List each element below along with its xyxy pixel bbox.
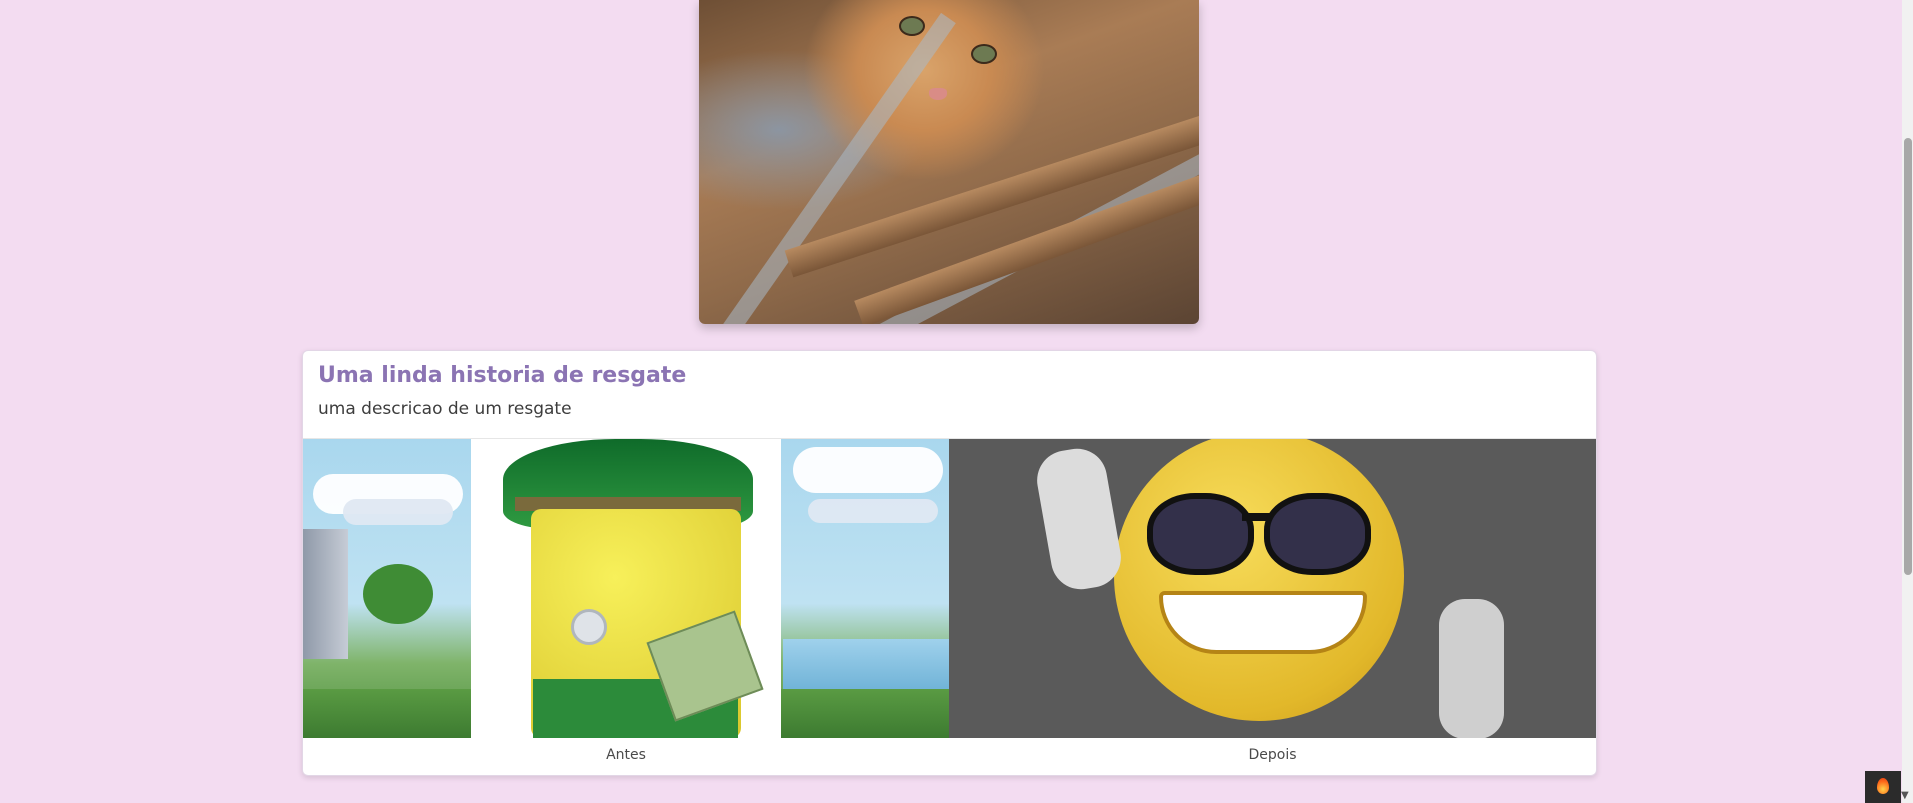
page-scrollbar[interactable]: [1902, 0, 1913, 803]
cloud: [793, 447, 943, 493]
after-caption: Depois: [1248, 747, 1297, 763]
story-title: Uma linda historia de resgate: [318, 363, 687, 388]
ok-hand: [1032, 443, 1126, 595]
rescue-cat-photo: [699, 0, 1199, 324]
smile-teeth: [1159, 591, 1367, 654]
after-image: [949, 439, 1596, 738]
rescue-story-card: Uma linda historia de resgate uma descri…: [302, 350, 1597, 776]
scrollbar-thumb[interactable]: [1904, 138, 1912, 575]
before-caption: Antes: [606, 747, 646, 763]
sunglasses-lens: [1147, 493, 1254, 575]
before-image: [303, 439, 949, 738]
sunglasses-lens: [1264, 493, 1371, 575]
flame-icon: [1877, 778, 1889, 794]
cat-eye: [971, 44, 997, 64]
story-description: uma descricao de um resgate: [318, 399, 572, 419]
tree: [363, 564, 433, 624]
cat-eye: [899, 16, 925, 36]
cloud: [808, 499, 938, 523]
building: [303, 529, 348, 659]
cat-nose: [929, 88, 947, 100]
extension-badge[interactable]: [1865, 771, 1901, 803]
thumbs-up-hand: [1439, 599, 1504, 738]
smiley-face: [1114, 439, 1404, 721]
ring: [571, 609, 607, 645]
chevron-down-icon[interactable]: ▼: [1901, 790, 1909, 801]
cloud: [343, 499, 453, 525]
